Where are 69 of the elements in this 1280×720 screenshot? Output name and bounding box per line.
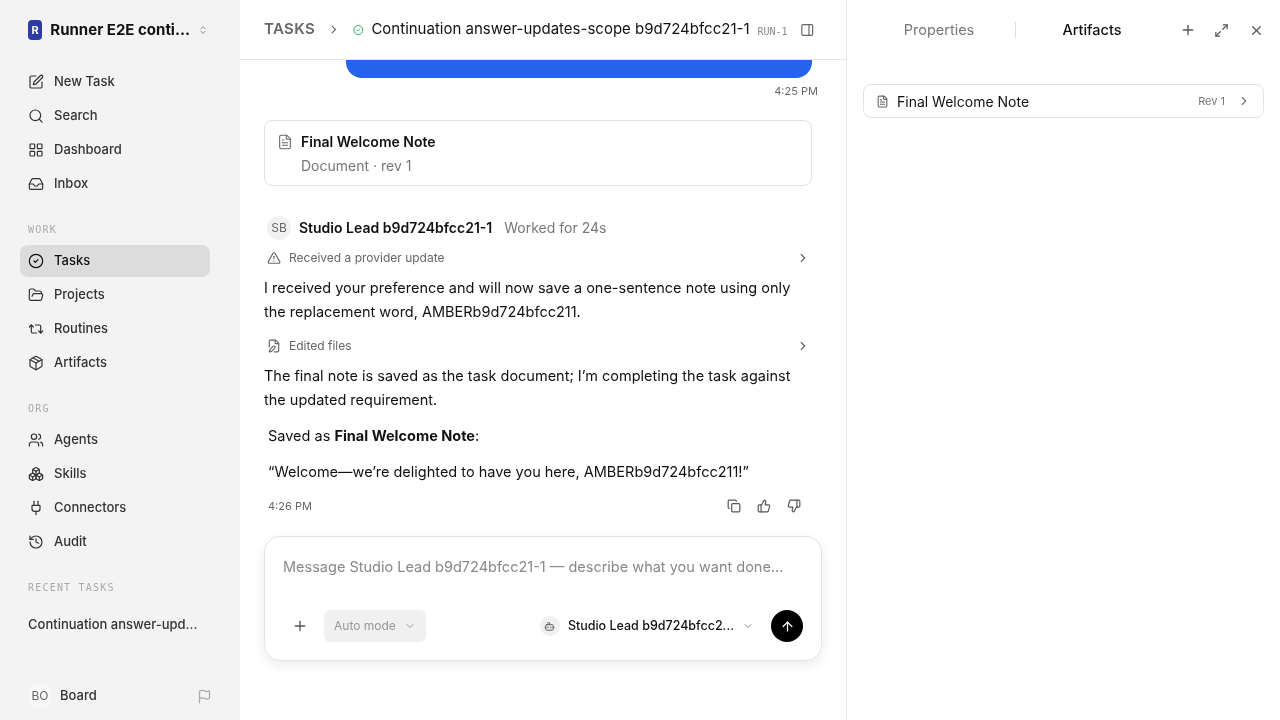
sidebar-item[interactable]: Projects (20, 279, 210, 311)
switcher-icon[interactable] (197, 23, 208, 37)
panel-tab[interactable]: Artifacts (1016, 19, 1168, 41)
user-name: Board (60, 686, 97, 706)
message-time: 4:25 PM (774, 83, 818, 100)
panel-tab[interactable]: Properties (863, 19, 1015, 41)
send-button[interactable] (771, 610, 803, 642)
document-subtitle: Document · rev 1 (301, 155, 413, 176)
revision-label: Rev 1 (1198, 92, 1225, 110)
check-circle-icon (28, 253, 44, 269)
activity-row[interactable]: Received a provider update (264, 247, 812, 268)
sidebar-item[interactable]: Audit (20, 526, 210, 558)
users-icon (28, 432, 44, 448)
breadcrumb-link[interactable]: TASKS (264, 18, 316, 41)
sidebar-item[interactable]: Inbox (20, 168, 210, 200)
message-text: I received your preference and will now save a one-sentence note using only the replacement word, AMBERb9d724bfcc211. (264, 277, 792, 322)
sidebar-item[interactable]: Tasks (20, 245, 210, 277)
recent-task[interactable]: Continuation answer-upd... (20, 609, 220, 641)
workspace-avatar: R (28, 20, 43, 40)
inbox-icon (28, 176, 44, 192)
sidebar-item[interactable]: Agents (20, 424, 210, 456)
section-heading: RECENT TASKS (27, 581, 116, 595)
workspace-name: Runner E2E conti... (50, 18, 190, 41)
file-edit-icon (267, 338, 281, 353)
copy-icon[interactable] (727, 498, 741, 513)
sidebar-item[interactable]: Dashboard (20, 134, 210, 166)
repeat-icon (28, 321, 44, 337)
message-time: 4:26 PM (268, 497, 312, 514)
robot-icon (539, 616, 560, 636)
section-heading: WORK (27, 223, 58, 237)
artifact-row[interactable]: Final Welcome Note Rev 1 (863, 84, 1264, 118)
edit-icon (28, 74, 44, 90)
agent-avatar: SB (267, 215, 291, 240)
message-input[interactable]: Message Studio Lead b9d724bfcc21-1 — describe what you want done... (283, 556, 803, 578)
message-text: “Welcome—we’re delighted to have you here, AMBERb9d724bfcc211!” (267, 461, 750, 483)
sidebar-item[interactable]: Artifacts (20, 347, 210, 379)
folder-icon (28, 287, 44, 303)
document-icon (277, 133, 293, 150)
agent-selector[interactable]: Studio Lead b9d724bfcc2... (539, 616, 754, 636)
sidebar-item[interactable]: Search (20, 100, 210, 132)
dashboard-icon (28, 142, 44, 158)
history-icon (28, 534, 44, 550)
agent-name: Studio Lead b9d724bfcc21-1 (299, 218, 493, 238)
document-card[interactable]: Final Welcome Note Document · rev 1 (264, 119, 812, 186)
run-label: RUN-1 (757, 25, 788, 39)
add-icon[interactable] (292, 618, 308, 634)
document-title: Final Welcome Note (301, 131, 436, 152)
document-icon (876, 94, 889, 108)
activity-row[interactable]: Edited files (264, 335, 812, 356)
plug-icon (28, 500, 44, 516)
user-avatar: BO (28, 684, 52, 708)
sidebar-item[interactable]: New Task (20, 66, 210, 98)
task-title: Continuation answer-updates-scope b9d724bfcc21-1 (371, 18, 750, 41)
box-icon (28, 355, 44, 371)
thumbs-down-icon[interactable] (787, 498, 801, 513)
add-icon[interactable] (1180, 22, 1196, 38)
sidebar-item[interactable]: Skills (20, 458, 210, 490)
thumbs-up-icon[interactable] (757, 498, 771, 513)
sidebar-item[interactable]: Routines (20, 313, 210, 345)
section-heading: ORG (27, 402, 51, 416)
expand-icon[interactable] (1214, 22, 1229, 38)
sidebar-item[interactable]: Connectors (20, 492, 210, 524)
message-text: Saved as Final Welcome Note: (267, 425, 481, 446)
warning-icon (267, 250, 281, 265)
work-duration: Worked for 24s (504, 218, 607, 238)
message-text: The final note is saved as the task document; I’m completing the task against the updated requirement. (264, 365, 792, 410)
panel-toggle-icon[interactable] (799, 21, 814, 38)
search-icon (28, 108, 44, 124)
boxes-icon (28, 466, 44, 482)
